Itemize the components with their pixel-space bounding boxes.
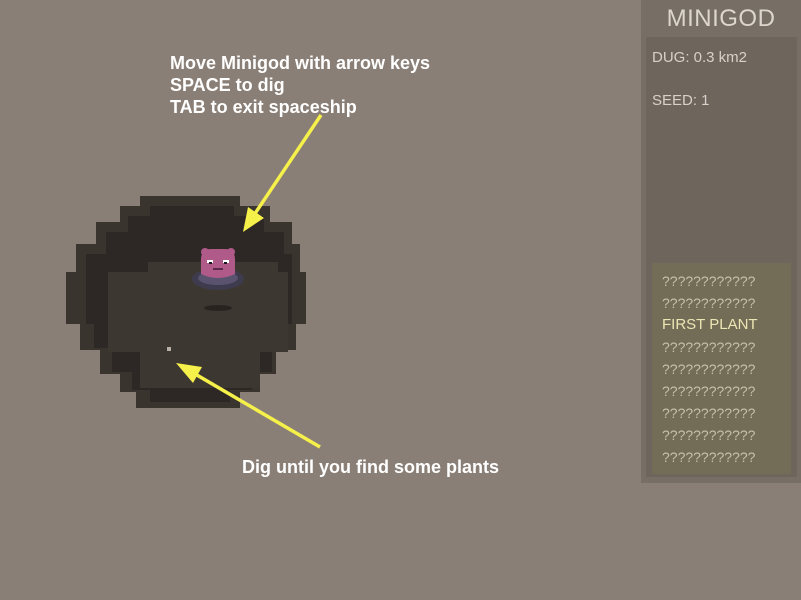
tutorial-line: Move Minigod with arrow keys bbox=[170, 53, 431, 73]
side-panel: MINIGOD DUG: 0.3 km2 SEED: 1 ???????????… bbox=[641, 0, 801, 483]
stats-box: DUG: 0.3 km2 SEED: 1 ???????????? ??????… bbox=[646, 37, 797, 477]
plant-item: ???????????? bbox=[662, 295, 756, 311]
game-stage[interactable]: Move Minigod with arrow keys SPACE to di… bbox=[0, 0, 801, 600]
panel-title: MINIGOD bbox=[666, 5, 776, 32]
tutorial-line: TAB to exit spaceship bbox=[170, 97, 357, 117]
dug-hole bbox=[66, 196, 306, 408]
plant-item: ???????????? bbox=[662, 405, 756, 421]
plant-item: ???????????? bbox=[662, 383, 756, 399]
plant-item: ???????????? bbox=[662, 273, 756, 289]
dug-stat: DUG: 0.3 km2 bbox=[652, 49, 748, 66]
tutorial-hint: Dig until you find some plants bbox=[242, 457, 500, 477]
tutorial-instructions: Move Minigod with arrow keys SPACE to di… bbox=[170, 52, 430, 118]
plant-list: ???????????? ???????????? FIRST PLANT ??… bbox=[652, 263, 791, 474]
plant-item-found: FIRST PLANT bbox=[662, 316, 758, 333]
plant-item: ???????????? bbox=[662, 427, 756, 443]
arrow-icon bbox=[243, 114, 323, 232]
plant-item: ???????????? bbox=[662, 449, 756, 465]
plant-item: ???????????? bbox=[662, 361, 756, 377]
plant-item: ???????????? bbox=[662, 339, 756, 355]
seed-stat: SEED: 1 bbox=[652, 92, 710, 109]
tutorial-line: SPACE to dig bbox=[170, 75, 285, 95]
